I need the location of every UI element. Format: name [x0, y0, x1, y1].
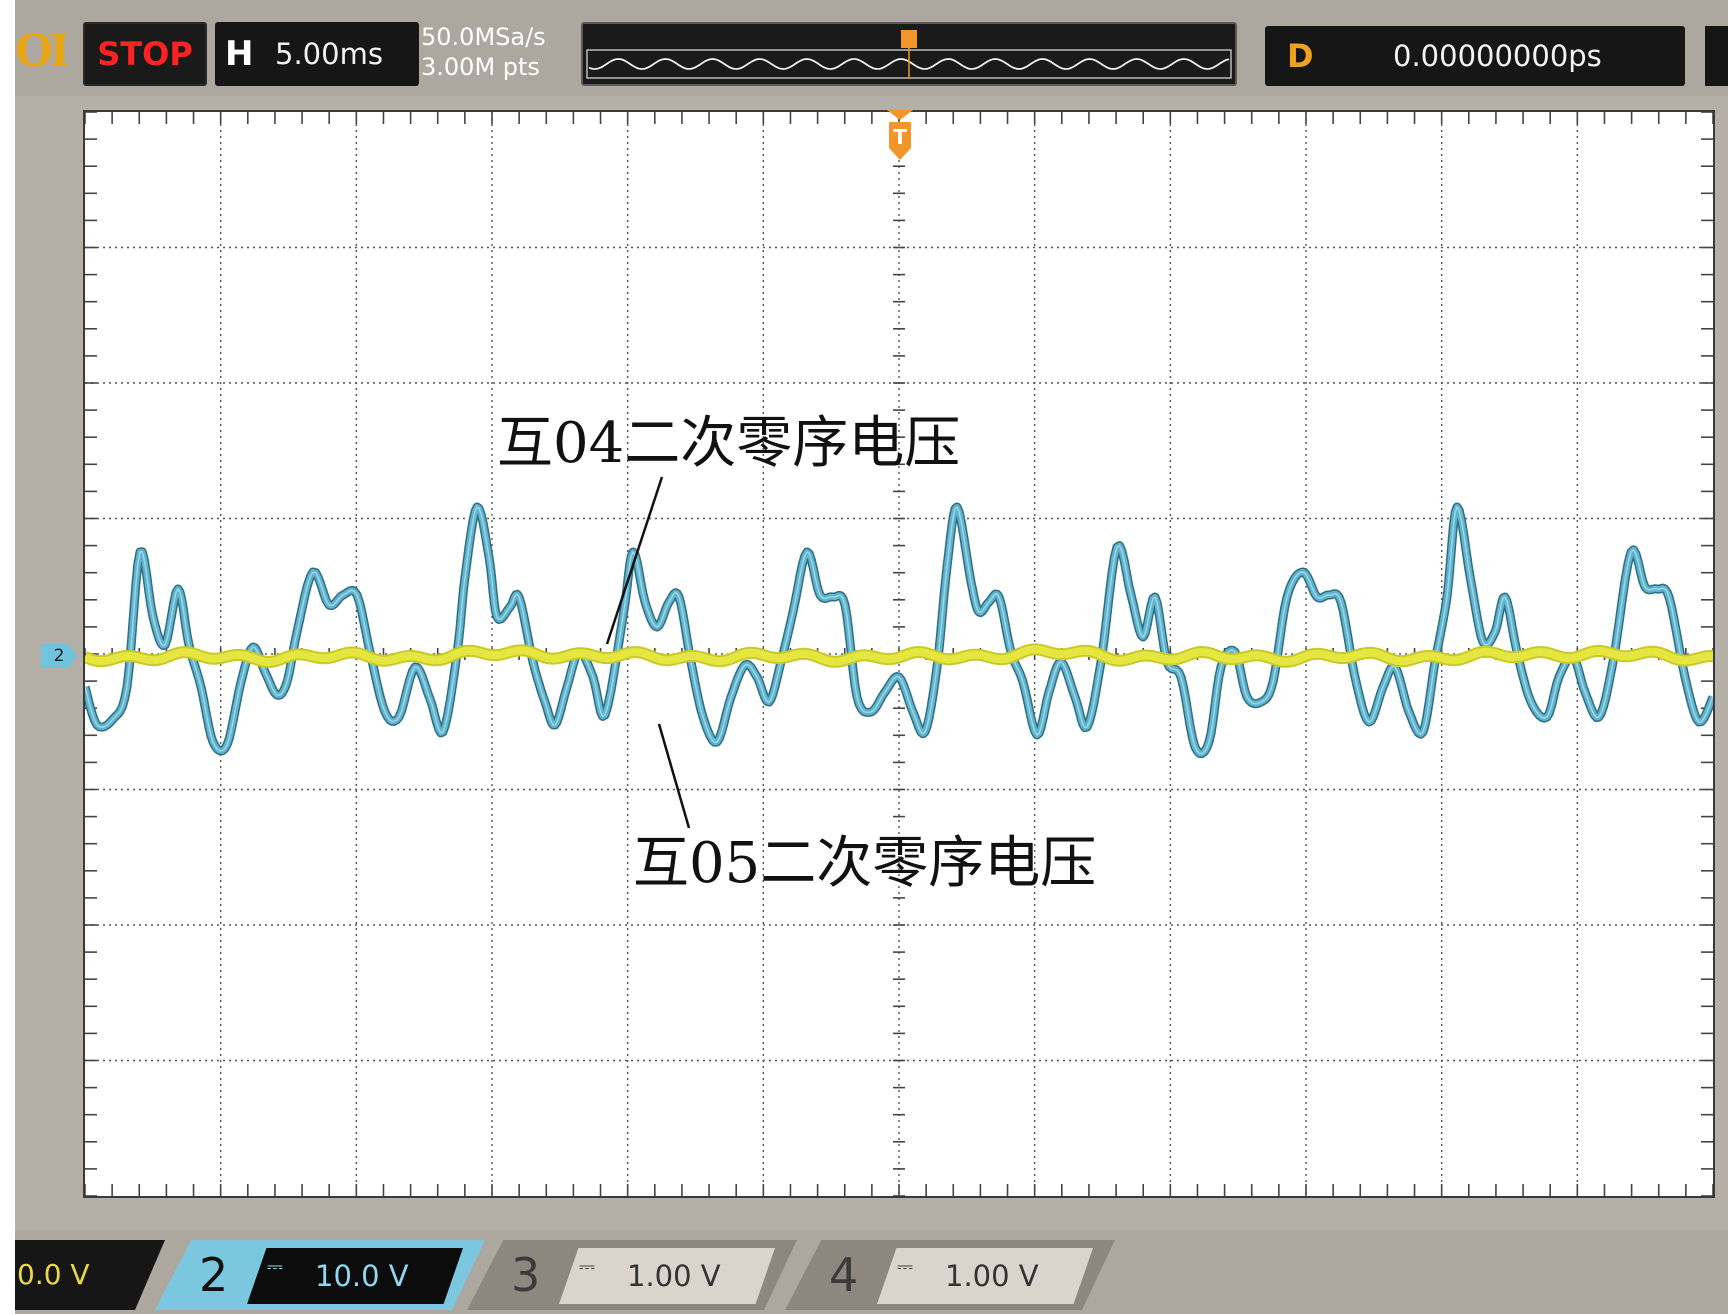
memory-trigger-marker [901, 30, 917, 48]
ch3-number: 3 [511, 1248, 541, 1302]
ch2-ground-marker[interactable]: 2 [41, 644, 77, 668]
memory-overview-window[interactable] [581, 22, 1237, 86]
ch2-number: 2 [199, 1248, 229, 1302]
delay-key: D [1287, 37, 1314, 75]
acquisition-info: 50.0MSa/s 3.00M pts [421, 22, 577, 86]
label-ch05-leader [657, 723, 691, 829]
ch4-scale-box[interactable]: 4 1.00 V ⎓ [785, 1240, 1115, 1310]
ch3-scale-box[interactable]: 3 1.00 V ⎓ [467, 1240, 797, 1310]
sample-rate: 50.0MSa/s [421, 23, 546, 51]
delay-box[interactable]: D 0.00000000ps [1265, 26, 1685, 86]
run-stop-indicator[interactable]: STOP [83, 22, 207, 86]
memory-depth: 3.00M pts [421, 53, 540, 81]
ch2-scale-box[interactable]: 2 10.0 V ⎓ [155, 1240, 485, 1310]
oscilloscope-screen: OL STOP H 5.00ms 50.0MSa/s 3.00M pts D 0… [15, 0, 1728, 1314]
trigger-position-icon[interactable]: T [885, 110, 915, 162]
dc-coupling-icon: ⎓ [897, 1254, 913, 1278]
brand-logo: OL [15, 26, 67, 77]
delay-value: 0.00000000ps [1393, 39, 1602, 73]
ch2-trace-outline [85, 502, 1713, 759]
time-per-div: 5.00ms [275, 37, 383, 71]
channel-status-bar: 0.0 V 2 10.0 V ⎓ 3 1.00 V ⎓ 4 1.00 V ⎓ [15, 1230, 1728, 1314]
dc-coupling-icon: ⎓ [579, 1254, 595, 1278]
label-ch04: 互04二次零序电压 [497, 411, 961, 476]
top-status-bar: OL STOP H 5.00ms 50.0MSa/s 3.00M pts D 0… [15, 0, 1728, 96]
horizontal-scale-box[interactable]: H 5.00ms [215, 22, 419, 86]
horizontal-key: H [225, 34, 254, 74]
waveform-grid [83, 110, 1715, 1198]
graticule [85, 112, 1713, 1196]
memory-overview-waveform [586, 30, 1232, 79]
label-ch05: 互05二次零序电压 [633, 831, 1097, 896]
ch4-number: 4 [829, 1248, 859, 1302]
trigger-marker-label: T [893, 125, 907, 149]
trigger-panel-edge [1705, 26, 1728, 86]
ch1-scale-box[interactable]: 0.0 V [15, 1240, 165, 1310]
dc-coupling-icon: ⎓ [267, 1254, 283, 1278]
